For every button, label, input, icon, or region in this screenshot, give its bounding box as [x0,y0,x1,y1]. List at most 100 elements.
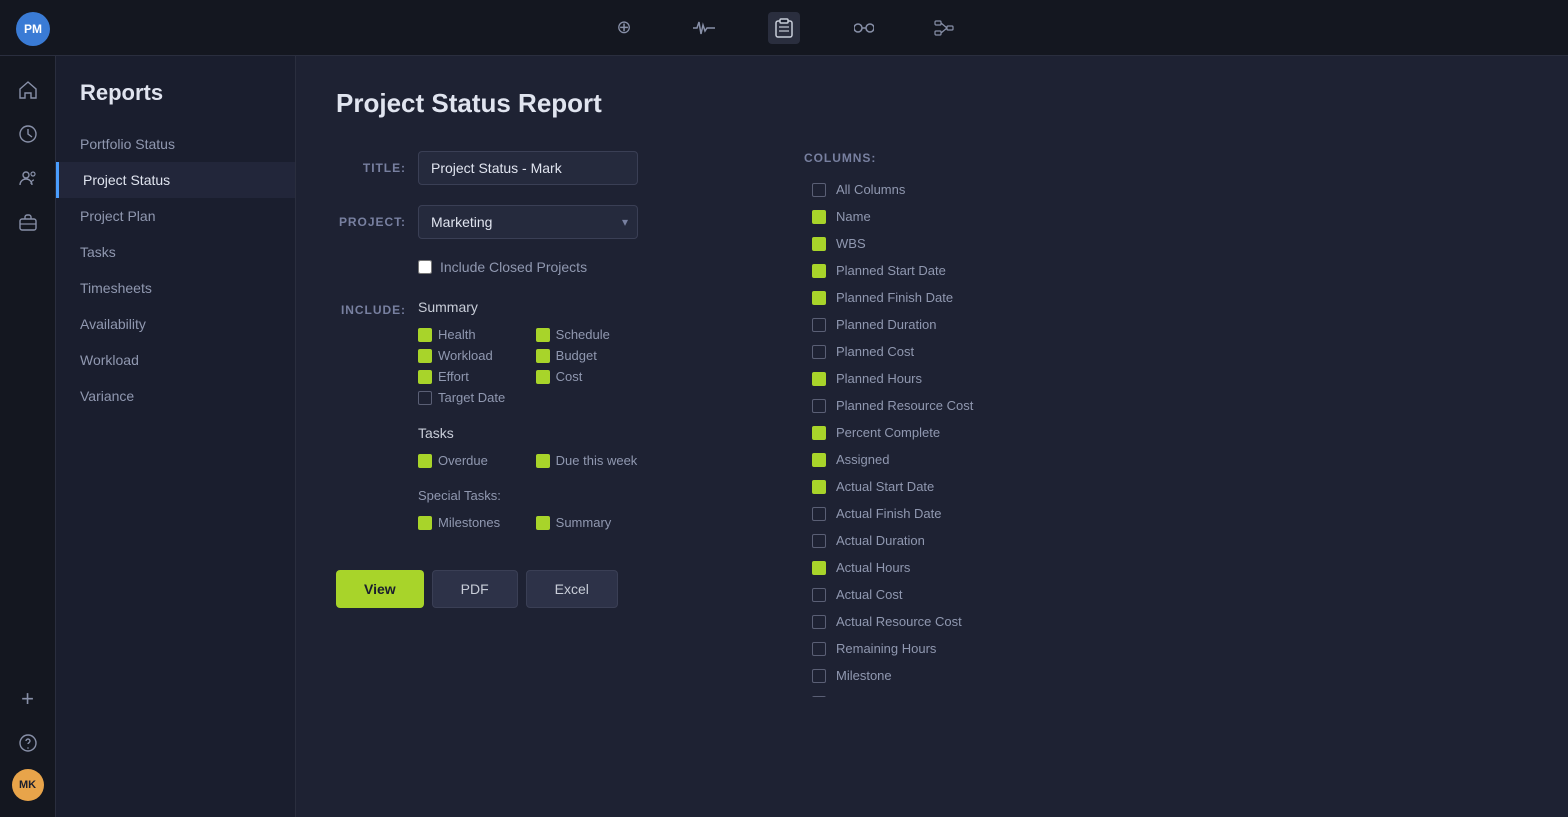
sidebar-item-portfolio-status[interactable]: Portfolio Status [56,126,295,162]
workload-label: Workload [438,348,493,363]
app-logo[interactable]: PM [16,12,50,46]
special-tasks-grid: Milestones Summary [418,515,637,530]
summary-checkbox[interactable] [536,516,550,530]
cost-checkbox[interactable] [536,370,550,384]
column-label: Actual Duration [836,533,925,548]
title-input[interactable] [418,151,638,185]
column-label: Planned Cost [836,344,914,359]
column-label: Planned Finish Date [836,290,953,305]
check-summary: Summary [536,515,638,530]
column-checkbox[interactable] [812,264,826,278]
column-checkbox[interactable] [812,291,826,305]
schedule-checkbox[interactable] [536,328,550,342]
check-milestones: Milestones [418,515,520,530]
link-icon[interactable] [848,12,880,44]
project-select[interactable]: Marketing Development Design Operations [418,205,638,239]
overdue-checkbox[interactable] [418,454,432,468]
column-item: Actual Duration [804,528,1524,553]
columns-label: COLUMNS: [804,151,1528,165]
milestones-checkbox[interactable] [418,516,432,530]
column-label: Complete [836,695,892,697]
budget-checkbox[interactable] [536,349,550,363]
column-item: Planned Hours [804,366,1524,391]
column-item: Actual Hours [804,555,1524,580]
sidebar-title: Reports [56,80,295,126]
column-checkbox[interactable] [812,696,826,698]
column-item: Planned Cost [804,339,1524,364]
column-checkbox[interactable] [812,507,826,521]
include-closed-checkbox[interactable] [418,260,432,274]
icon-nav: + MK [0,56,56,817]
column-item: Actual Resource Cost [804,609,1524,634]
due-this-week-checkbox[interactable] [536,454,550,468]
effort-checkbox[interactable] [418,370,432,384]
column-checkbox[interactable] [812,642,826,656]
page-title: Project Status Report [336,88,1528,119]
flow-icon[interactable] [928,12,960,44]
schedule-label: Schedule [556,327,610,342]
view-button[interactable]: View [336,570,424,608]
briefcase-nav-icon[interactable] [10,204,46,240]
sidebar-item-project-plan[interactable]: Project Plan [56,198,295,234]
add-nav-icon[interactable]: + [10,681,46,717]
users-nav-icon[interactable] [10,160,46,196]
excel-button[interactable]: Excel [526,570,618,608]
include-label: INCLUDE: [336,299,406,530]
include-closed-row: Include Closed Projects [418,259,756,275]
column-label: Planned Resource Cost [836,398,973,413]
column-checkbox[interactable] [812,588,826,602]
column-label: Percent Complete [836,425,940,440]
column-label: Actual Start Date [836,479,934,494]
column-checkbox[interactable] [812,372,826,386]
sidebar-item-project-status[interactable]: Project Status [56,162,295,198]
sidebar-item-variance[interactable]: Variance [56,378,295,414]
column-checkbox[interactable] [812,561,826,575]
column-checkbox[interactable] [812,480,826,494]
user-avatar[interactable]: MK [12,769,44,801]
column-checkbox[interactable] [812,426,826,440]
column-checkbox[interactable] [812,318,826,332]
overdue-label: Overdue [438,453,488,468]
due-this-week-label: Due this week [556,453,638,468]
column-label: Planned Hours [836,371,922,386]
project-label: PROJECT: [336,215,406,229]
sidebar-item-tasks[interactable]: Tasks [56,234,295,270]
column-label: Milestone [836,668,892,683]
column-checkbox[interactable] [812,399,826,413]
column-checkbox[interactable] [812,183,826,197]
include-closed-label[interactable]: Include Closed Projects [440,259,587,275]
pdf-button[interactable]: PDF [432,570,518,608]
column-checkbox[interactable] [812,534,826,548]
help-nav-icon[interactable] [10,725,46,761]
column-item: All Columns [804,177,1524,202]
column-checkbox[interactable] [812,615,826,629]
target-date-checkbox[interactable] [418,391,432,405]
check-budget: Budget [536,348,638,363]
column-label: Actual Resource Cost [836,614,962,629]
sidebar: Reports Portfolio Status Project Status … [56,56,296,817]
search-zoom-icon[interactable]: ⊕ [608,12,640,44]
sidebar-item-availability[interactable]: Availability [56,306,295,342]
column-label: Name [836,209,871,224]
clipboard-icon[interactable] [768,12,800,44]
home-nav-icon[interactable] [10,72,46,108]
sidebar-item-timesheets[interactable]: Timesheets [56,270,295,306]
health-label: Health [438,327,476,342]
health-checkbox[interactable] [418,328,432,342]
workload-checkbox[interactable] [418,349,432,363]
column-checkbox[interactable] [812,669,826,683]
pulse-icon[interactable] [688,12,720,44]
column-checkbox[interactable] [812,453,826,467]
column-label: Planned Duration [836,317,936,332]
column-checkbox[interactable] [812,345,826,359]
sidebar-item-workload[interactable]: Workload [56,342,295,378]
column-item: Name [804,204,1524,229]
column-checkbox[interactable] [812,237,826,251]
column-checkbox[interactable] [812,210,826,224]
column-label: Remaining Hours [836,641,936,656]
column-item: Actual Cost [804,582,1524,607]
cost-label: Cost [556,369,583,384]
clock-nav-icon[interactable] [10,116,46,152]
column-item: Actual Finish Date [804,501,1524,526]
check-due-this-week: Due this week [536,453,638,468]
